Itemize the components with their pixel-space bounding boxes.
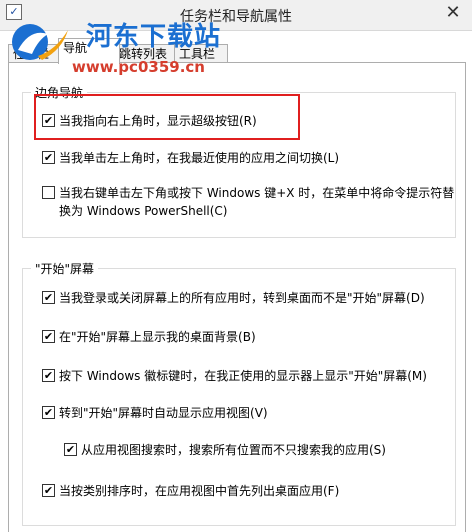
checkbox[interactable]: ✔ — [42, 406, 55, 419]
title-bar: ✓ 任务栏和导航属性 ✕ — [0, 0, 472, 31]
close-button[interactable]: ✕ — [440, 2, 466, 24]
checkbox[interactable] — [42, 186, 55, 199]
tab-navigation[interactable]: 导航 — [58, 38, 120, 64]
option-label: 按下 Windows 徽标键时，在我正使用的显示器上显示"开始"屏幕(M) — [59, 369, 427, 383]
tab-strip: 任务栏 导航 跳转列表 工具栏 — [8, 38, 468, 64]
option-show-apps-view[interactable]: ✔ 转到"开始"屏幕时自动显示应用视图(V) — [42, 404, 268, 422]
option-desktop-background[interactable]: ✔ 在"开始"屏幕上显示我的桌面背景(B) — [42, 328, 256, 346]
option-go-to-desktop[interactable]: ✔ 当我登录或关闭屏幕上的所有应用时，转到桌面而不是"开始"屏幕(D) — [42, 289, 425, 307]
tab-taskbar[interactable]: 任务栏 — [8, 44, 60, 63]
start-screen-legend: "开始"屏幕 — [31, 260, 99, 277]
option-label: 当我登录或关闭屏幕上的所有应用时，转到桌面而不是"开始"屏幕(D) — [59, 291, 425, 305]
checkbox[interactable]: ✔ — [42, 369, 55, 382]
checkbox[interactable]: ✔ — [42, 151, 55, 164]
option-list-desktop-apps-first[interactable]: ✔ 当按类别排序时，在应用视图中首先列出桌面应用(F) — [42, 482, 339, 500]
option-start-on-current-display[interactable]: ✔ 按下 Windows 徽标键时，在我正使用的显示器上显示"开始"屏幕(M) — [42, 367, 427, 385]
option-label: 转到"开始"屏幕时自动显示应用视图(V) — [59, 406, 268, 420]
window-title: 任务栏和导航属性 — [180, 9, 292, 25]
option-label: 当按类别排序时，在应用视图中首先列出桌面应用(F) — [59, 484, 340, 498]
checkbox[interactable]: ✔ — [42, 484, 55, 497]
option-switch-recent-apps[interactable]: ✔ 当我单击左上角时，在我最近使用的应用之间切换(L) — [42, 149, 339, 167]
checkbox[interactable]: ✔ — [42, 330, 55, 343]
option-label: 当我右键单击左下角或按下 Windows 键+X 时，在菜单中将命令提示符替换为… — [59, 186, 455, 218]
tab-toolbars[interactable]: 工具栏 — [174, 44, 228, 63]
tab-jump-lists[interactable]: 跳转列表 — [114, 44, 178, 63]
highlight-annotation — [34, 94, 300, 140]
option-search-everywhere[interactable]: ✔ 从应用视图搜索时，搜索所有位置而不只搜索我的应用(S) — [64, 441, 386, 459]
option-label: 当我单击左上角时，在我最近使用的应用之间切换(L) — [59, 151, 340, 165]
option-label: 从应用视图搜索时，搜索所有位置而不只搜索我的应用(S) — [81, 443, 386, 457]
checkbox[interactable]: ✔ — [64, 443, 77, 456]
option-replace-cmd-powershell[interactable]: 当我右键单击左下角或按下 Windows 键+X 时，在菜单中将命令提示符替换为… — [42, 184, 455, 220]
checkbox[interactable]: ✔ — [42, 291, 55, 304]
option-label: 在"开始"屏幕上显示我的桌面背景(B) — [59, 330, 256, 344]
